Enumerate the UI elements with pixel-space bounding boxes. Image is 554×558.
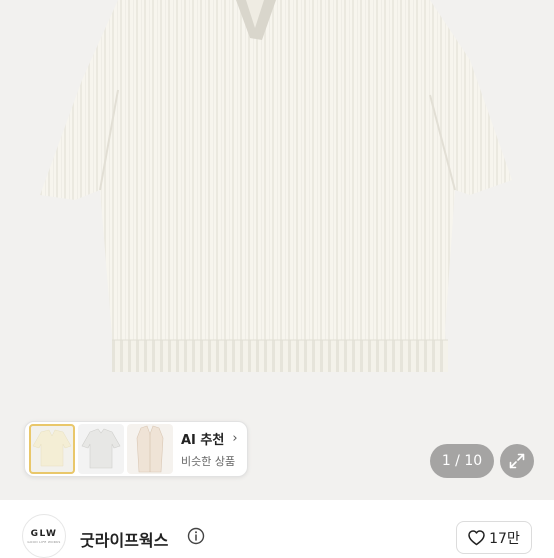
seller-logo[interactable]: GLW GOOD LIFE WORKS bbox=[22, 514, 66, 558]
info-icon[interactable] bbox=[187, 527, 205, 545]
logo-subtext: GOOD LIFE WORKS bbox=[27, 539, 61, 544]
cream-sweater-thumb[interactable] bbox=[29, 424, 75, 474]
expand-button[interactable] bbox=[500, 444, 534, 478]
chevron-right-icon: › bbox=[232, 431, 238, 446]
like-button[interactable]: 17만 bbox=[456, 521, 532, 554]
gray-knit-thumb[interactable] bbox=[78, 424, 124, 474]
ai-text-block[interactable]: AI 추천 › 비슷한 상품 bbox=[181, 429, 241, 469]
expand-icon bbox=[509, 453, 525, 469]
like-count: 17만 bbox=[489, 530, 520, 547]
logo-text: GLW bbox=[30, 528, 58, 539]
thumbnail-strip bbox=[29, 424, 173, 474]
ai-title: AI 추천 › bbox=[181, 429, 241, 448]
heart-icon bbox=[468, 529, 485, 545]
seller-name[interactable]: 굿라이프웍스 bbox=[80, 527, 168, 551]
ai-subtitle: 비슷한 상품 bbox=[181, 455, 236, 468]
ai-title-label: AI 추천 bbox=[181, 433, 225, 448]
beige-shirt-thumb[interactable] bbox=[127, 424, 173, 474]
ai-recommendation-card[interactable]: AI 추천 › 비슷한 상품 bbox=[24, 421, 248, 477]
image-pager: 1 / 10 bbox=[430, 444, 494, 478]
